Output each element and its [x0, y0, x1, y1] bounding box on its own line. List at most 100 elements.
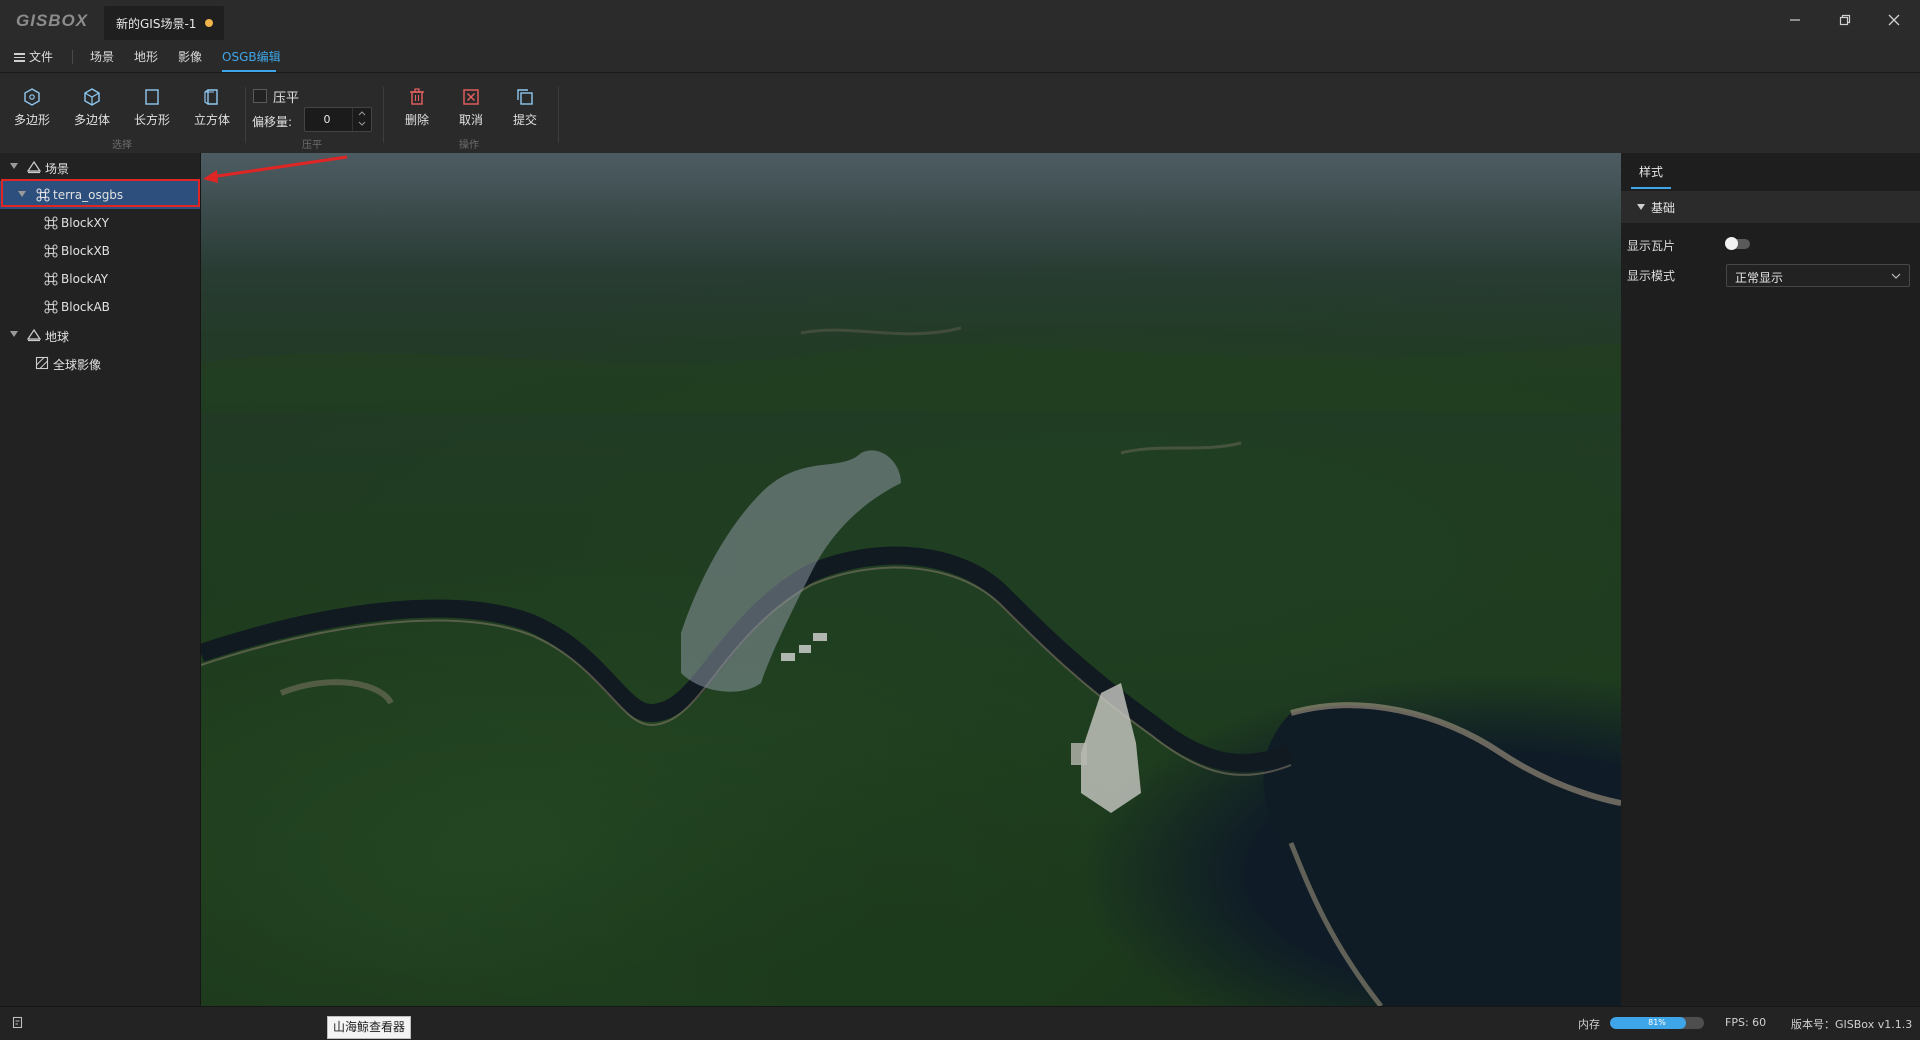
submit-button-label: 提交	[512, 113, 537, 127]
tree-node-label: BlockAB	[61, 300, 110, 314]
menu-divider	[72, 50, 73, 64]
tree-node-label: 全球影像	[53, 358, 102, 372]
minimize-button[interactable]	[1781, 8, 1809, 32]
model-icon	[44, 216, 58, 230]
fps-readout: FPS: 60	[1725, 1016, 1767, 1029]
polygon-icon	[24, 88, 40, 106]
property-tabbar: 样式	[1621, 153, 1920, 189]
display-mode-value: 正常显示	[1735, 271, 1784, 285]
display-mode-select[interactable]: 正常显示	[1726, 264, 1910, 287]
toggle-knob	[1725, 237, 1738, 250]
tree-node-scene[interactable]: 场景	[0, 153, 200, 181]
rectangle-button[interactable]: 长方形	[126, 87, 178, 135]
polyhedron-icon	[84, 88, 100, 106]
rectangle-button-label: 长方形	[133, 113, 170, 127]
file-menu[interactable]: 文件	[14, 48, 53, 65]
chevron-down-icon	[1891, 273, 1901, 279]
offset-input[interactable]	[305, 108, 349, 131]
close-button[interactable]	[1880, 8, 1908, 32]
flatten-group-label: 压平	[302, 140, 322, 151]
restore-button[interactable]	[1831, 8, 1859, 32]
display-mode-label: 显示模式	[1627, 269, 1676, 283]
tab-style[interactable]: 样式	[1639, 163, 1663, 180]
tree-node-earth[interactable]: 地球	[0, 321, 200, 349]
delete-button-label: 删除	[404, 113, 429, 127]
earth-icon	[27, 328, 41, 342]
chevron-down-icon	[358, 121, 366, 126]
tree-node-label: BlockXB	[61, 244, 110, 258]
minimize-icon	[1790, 19, 1800, 21]
cancel-button[interactable]: 取消	[445, 87, 497, 135]
menu-bar: 文件 场景 地形 影像 OSGB编辑	[0, 40, 1920, 73]
annotation-highlight-box	[1, 179, 200, 207]
polyhedron-button[interactable]: 多边体	[66, 87, 118, 135]
menu-osgb-edit[interactable]: OSGB编辑	[222, 48, 281, 65]
file-menu-label: 文件	[29, 50, 54, 64]
unsaved-indicator	[205, 19, 213, 27]
tree-node-block[interactable]: BlockAY	[0, 265, 200, 293]
ribbon-divider	[245, 87, 246, 143]
status-bar: 内存 81% FPS: 60 版本号：GISBox v1.1.3	[0, 1006, 1920, 1040]
menu-scene[interactable]: 场景	[90, 48, 114, 65]
app-logo: GISBOX	[16, 11, 89, 30]
title-bar: GISBOX 新的GIS场景-1	[0, 0, 1920, 40]
menu-imagery[interactable]: 影像	[178, 48, 202, 65]
tree-node-block[interactable]: BlockAB	[0, 293, 200, 321]
ribbon-divider	[558, 87, 559, 143]
trash-icon	[410, 88, 424, 105]
close-icon	[1888, 14, 1900, 26]
polygon-button[interactable]: 多边形	[6, 87, 58, 135]
document-tab[interactable]: 新的GIS场景-1	[104, 6, 224, 40]
terrain-scene	[201, 153, 1621, 1006]
status-icon	[12, 1016, 23, 1029]
restore-icon	[1839, 14, 1851, 26]
section-basic-header[interactable]: 基础	[1621, 191, 1920, 223]
tree-node-label: BlockAY	[61, 272, 109, 286]
offset-stepper[interactable]	[304, 107, 372, 132]
cube-button-label: 立方体	[193, 113, 230, 127]
menu-terrain[interactable]: 地形	[134, 48, 158, 65]
tree-node-block[interactable]: BlockXY	[0, 209, 200, 237]
scene-tree-panel: 场景 terra_osgbs BlockXY BlockXB BlockAY B…	[0, 153, 201, 1006]
tree-node-global-imagery[interactable]: 全球影像	[0, 349, 200, 377]
show-tiles-label: 显示瓦片	[1627, 239, 1676, 253]
map-viewport[interactable]	[201, 153, 1621, 1006]
menu-icon	[14, 51, 25, 64]
document-tab-label: 新的GIS场景-1	[116, 17, 197, 31]
active-menu-underline	[222, 70, 276, 72]
delete-button[interactable]: 删除	[391, 87, 443, 135]
chevron-up-icon	[358, 111, 366, 116]
version-label: 版本号：GISBox v1.1.3	[1791, 1018, 1913, 1031]
chevron-down-icon[interactable]	[10, 331, 18, 337]
submit-icon	[517, 89, 533, 105]
tree-node-label: 地球	[45, 330, 70, 344]
offset-label: 偏移量:	[252, 115, 293, 129]
memory-label: 内存	[1578, 1018, 1600, 1031]
flatten-checkbox[interactable]	[253, 89, 267, 103]
property-panel: 样式 基础 显示瓦片 显示模式 正常显示	[1621, 153, 1920, 1006]
flatten-checkbox-label: 压平	[273, 91, 300, 106]
cube-button[interactable]: 立方体	[186, 87, 238, 135]
scene-icon	[27, 160, 41, 174]
memory-percent: 81%	[1648, 1018, 1666, 1027]
section-basic-label: 基础	[1651, 201, 1676, 215]
cancel-button-label: 取消	[458, 113, 483, 127]
stepper-down-button[interactable]	[353, 119, 371, 130]
tree-node-label: 场景	[45, 162, 70, 176]
memory-bar: 81%	[1610, 1017, 1704, 1029]
polygon-button-label: 多边形	[13, 113, 50, 127]
tooltip: 山海鲸查看器	[327, 1016, 412, 1039]
stepper-up-button[interactable]	[353, 108, 371, 119]
tree-node-block[interactable]: BlockXB	[0, 237, 200, 265]
tree-node-label: BlockXY	[61, 216, 110, 230]
submit-button[interactable]: 提交	[499, 87, 551, 135]
operate-group-label: 操作	[459, 140, 479, 151]
model-icon	[44, 300, 58, 314]
offset-stepper-arrows	[352, 108, 371, 131]
active-tab-underline	[1631, 187, 1671, 189]
rectangle-icon	[145, 89, 159, 105]
select-group-label: 选择	[112, 140, 132, 151]
show-tiles-toggle[interactable]	[1725, 237, 1750, 250]
cube-icon	[204, 89, 218, 105]
chevron-down-icon[interactable]	[10, 163, 18, 169]
